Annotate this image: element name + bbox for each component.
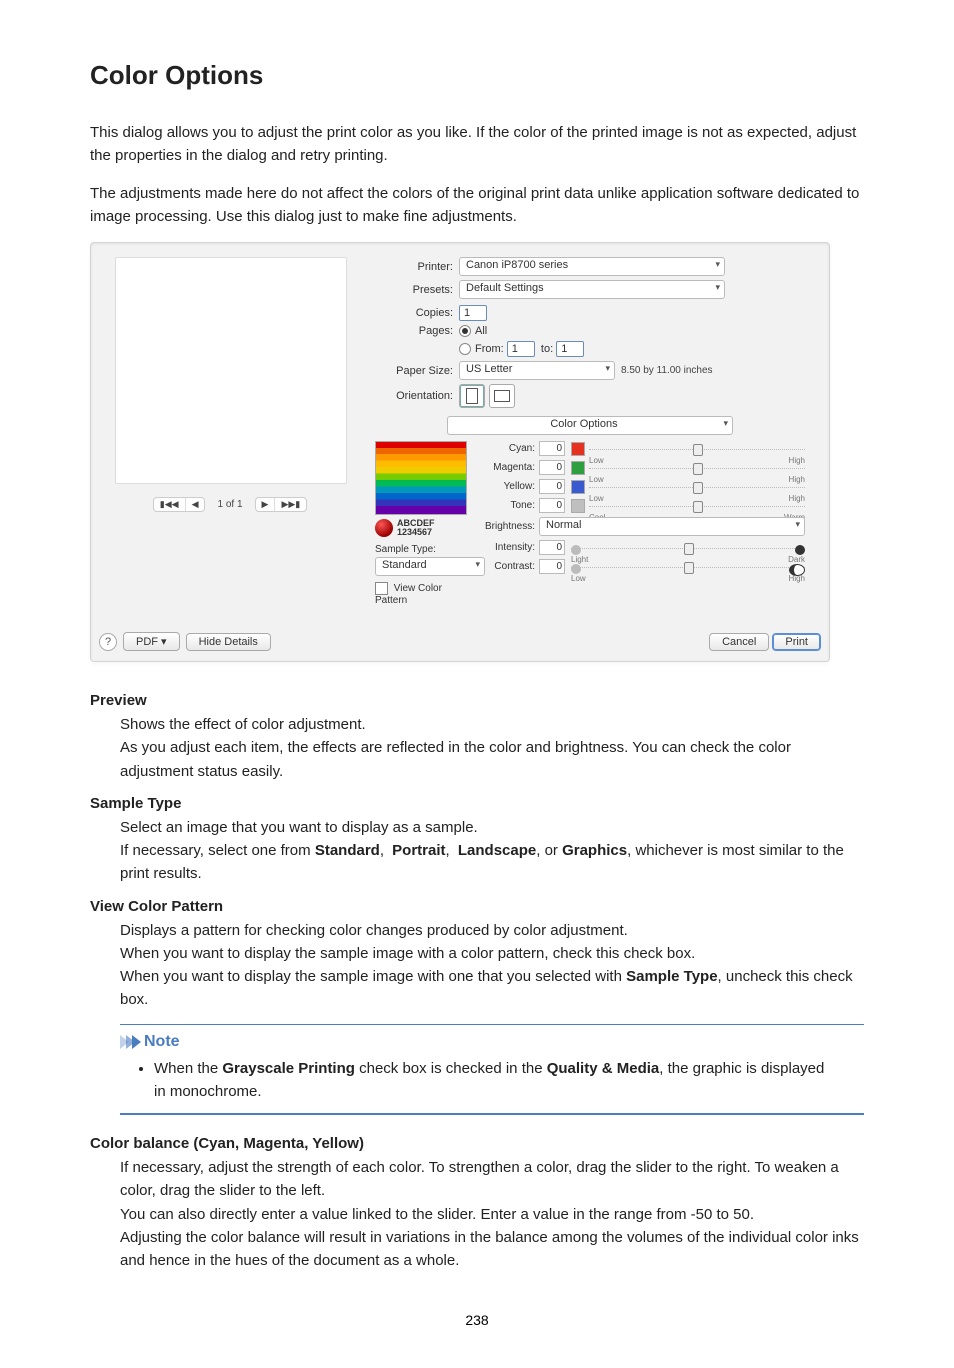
tone-value-input[interactable]: 0 bbox=[539, 498, 565, 513]
sample-type-label: Sample Type: bbox=[375, 544, 469, 555]
tone-swatch bbox=[571, 499, 585, 513]
intensity-label: Intensity: bbox=[479, 542, 535, 553]
pages-all-label: All bbox=[475, 325, 487, 337]
view-color-pattern-checkbox[interactable] bbox=[375, 582, 388, 595]
cancel-button[interactable]: Cancel bbox=[709, 633, 769, 651]
tone-slider[interactable]: Cool Warm bbox=[589, 499, 805, 513]
pages-range-radio[interactable] bbox=[459, 343, 471, 355]
yellow-label: Yellow: bbox=[479, 481, 535, 492]
note-box: Note When the Grayscale Printing check b… bbox=[120, 1024, 864, 1116]
pdf-menu-button[interactable]: PDF ▾ bbox=[123, 632, 180, 651]
cyan-slider[interactable]: Low High bbox=[589, 442, 805, 456]
yellow-value-input[interactable]: 0 bbox=[539, 479, 565, 494]
panel-select[interactable]: Color Options bbox=[447, 416, 733, 435]
pages-to-label: to: bbox=[541, 343, 553, 355]
cyan-label: Cyan: bbox=[479, 443, 535, 454]
magenta-value-input[interactable]: 0 bbox=[539, 460, 565, 475]
papersize-label: Paper Size: bbox=[375, 365, 453, 377]
contrast-value-input[interactable]: 0 bbox=[539, 559, 565, 574]
cyan-value-input[interactable]: 0 bbox=[539, 441, 565, 456]
intro-paragraph-2: The adjustments made here do not affect … bbox=[90, 182, 864, 229]
contrast-slider[interactable]: Low High bbox=[571, 560, 805, 574]
copies-label: Copies: bbox=[375, 307, 453, 319]
portrait-icon bbox=[466, 388, 478, 404]
page-heading: Color Options bbox=[90, 60, 864, 91]
sample-text-2: 1234567 bbox=[397, 528, 435, 537]
note-chevrons-icon bbox=[120, 1035, 138, 1049]
printer-select[interactable]: Canon iP8700 series bbox=[459, 257, 725, 276]
cyan-swatch bbox=[571, 442, 585, 456]
color-balance-desc: If necessary, adjust the strength of eac… bbox=[120, 1156, 864, 1272]
yellow-slider[interactable]: Low High bbox=[589, 480, 805, 494]
printer-label: Printer: bbox=[375, 261, 453, 273]
sample-type-select[interactable]: Standard bbox=[375, 557, 485, 576]
pages-all-radio[interactable] bbox=[459, 325, 471, 337]
presets-label: Presets: bbox=[375, 284, 453, 296]
orientation-landscape-button[interactable] bbox=[489, 384, 515, 408]
pages-label: Pages: bbox=[375, 325, 453, 337]
contrast-label: Contrast: bbox=[479, 561, 535, 572]
preview-term: Preview bbox=[90, 692, 864, 709]
tone-label: Tone: bbox=[479, 500, 535, 511]
color-balance-term: Color balance (Cyan, Magenta, Yellow) bbox=[90, 1135, 864, 1152]
orientation-portrait-button[interactable] bbox=[459, 384, 485, 408]
sample-glyph: ABCDEF 1234567 bbox=[375, 519, 469, 538]
print-dialog-screenshot: ▮◀◀ ◀ 1 of 1 ▶ ▶▶▮ Printer: Canon iP8700… bbox=[90, 242, 830, 662]
brightness-select[interactable]: Normal bbox=[539, 517, 805, 536]
print-button[interactable]: Print bbox=[772, 633, 821, 651]
magenta-slider[interactable]: Low High bbox=[589, 461, 805, 475]
preview-page-counter: 1 of 1 bbox=[217, 499, 242, 510]
magenta-label: Magenta: bbox=[479, 462, 535, 473]
nav-next-button[interactable]: ▶ bbox=[256, 498, 275, 511]
papersize-dimensions: 8.50 by 11.00 inches bbox=[621, 365, 713, 376]
note-item: When the Grayscale Printing check box is… bbox=[154, 1057, 834, 1104]
brightness-label: Brightness: bbox=[479, 521, 535, 532]
nav-prev-button[interactable]: ◀ bbox=[185, 498, 205, 511]
landscape-icon bbox=[494, 390, 510, 402]
ball-icon bbox=[375, 519, 393, 537]
help-button[interactable]: ? bbox=[99, 633, 117, 651]
intro-paragraph-1: This dialog allows you to adjust the pri… bbox=[90, 121, 864, 168]
yellow-swatch bbox=[571, 480, 585, 494]
preview-pane bbox=[115, 257, 347, 484]
nav-last-button[interactable]: ▶▶▮ bbox=[274, 498, 306, 511]
orientation-label: Orientation: bbox=[375, 390, 453, 402]
pages-from-input[interactable]: 1 bbox=[507, 341, 535, 357]
papersize-select[interactable]: US Letter bbox=[459, 361, 615, 380]
intensity-value-input[interactable]: 0 bbox=[539, 540, 565, 555]
presets-select[interactable]: Default Settings bbox=[459, 280, 725, 299]
view-pattern-desc: Displays a pattern for checking color ch… bbox=[120, 919, 864, 1012]
magenta-swatch bbox=[571, 461, 585, 475]
nav-first-button[interactable]: ▮◀◀ bbox=[154, 498, 185, 511]
intensity-slider[interactable]: Light Dark bbox=[571, 541, 805, 555]
pages-to-input[interactable]: 1 bbox=[556, 341, 584, 357]
color-bars-preview bbox=[375, 441, 467, 515]
preview-desc: Shows the effect of color adjustment. As… bbox=[120, 713, 864, 783]
copies-input[interactable]: 1 bbox=[459, 305, 487, 321]
page-number: 238 bbox=[90, 1312, 864, 1328]
pages-from-label: From: bbox=[475, 343, 504, 355]
note-heading: Note bbox=[144, 1033, 180, 1051]
hide-details-button[interactable]: Hide Details bbox=[186, 633, 271, 651]
view-pattern-term: View Color Pattern bbox=[90, 898, 864, 915]
sample-type-desc: Select an image that you want to display… bbox=[120, 816, 864, 886]
sample-type-term: Sample Type bbox=[90, 795, 864, 812]
